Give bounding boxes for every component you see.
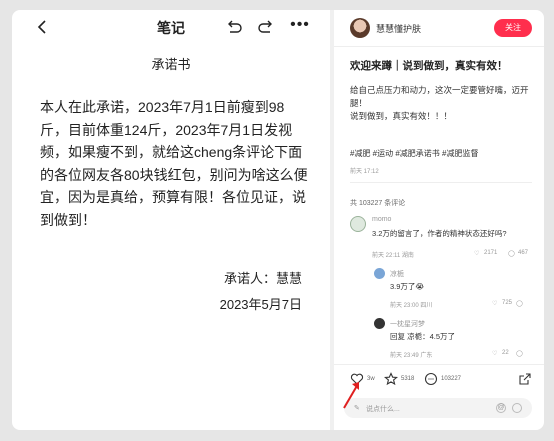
- post-panel: 慧慧懂护肤 关注 欢迎来蹲｜说到做到，真实有效！ 给自己点压力和动力，这次一定要…: [334, 10, 544, 430]
- redo-icon[interactable]: [257, 18, 275, 36]
- star-count: 5318: [401, 376, 415, 382]
- reply-likes: 22: [502, 350, 509, 356]
- more-options-icon[interactable]: •••: [289, 17, 311, 36]
- content-divider: [350, 182, 532, 183]
- post-time: 前天 17:12: [350, 169, 379, 175]
- comment-replies: 467: [518, 250, 529, 256]
- document-date: 2023年5月7日: [219, 297, 302, 312]
- note-editor-panel: 笔记 ••• 承诺书 本人在此承诺，2023年7月1日前瘦到98斤，目前体重12…: [12, 10, 330, 430]
- back-chevron-icon[interactable]: [34, 18, 52, 36]
- reply-reply-icon[interactable]: ◯: [516, 350, 523, 357]
- star-icon[interactable]: [384, 372, 398, 386]
- reply-likes: 725: [502, 300, 513, 306]
- emoji-icon[interactable]: [512, 403, 522, 413]
- post-body-line: 说到做到，真实有效！！！: [350, 111, 453, 121]
- reply-avatar[interactable]: [374, 268, 385, 279]
- post-title: 欢迎来蹲｜说到做到，真实有效！: [350, 60, 508, 72]
- document-signer: 承诺人：慧慧: [223, 271, 302, 286]
- comment-meta: 前天 22:11 湖南: [372, 253, 414, 259]
- author-name[interactable]: 慧慧懂护肤: [376, 22, 421, 35]
- document-heading: 承诺书: [151, 57, 191, 72]
- reply-like-icon[interactable]: ♡: [492, 300, 497, 307]
- comment-count: 103227: [441, 376, 462, 382]
- mention-icon[interactable]: @: [496, 403, 506, 413]
- follow-button[interactable]: 关注: [494, 19, 532, 37]
- header-divider: [334, 46, 544, 47]
- reply-meta: 前天 23:00 四川: [390, 303, 433, 309]
- author-avatar[interactable]: [350, 18, 370, 38]
- post-tags[interactable]: #减肥 #运动 #减肥承诺书 #减肥监督: [350, 148, 540, 159]
- share-icon[interactable]: [518, 372, 532, 386]
- action-bar-divider: [334, 364, 544, 365]
- reply-text: 3.9万了😭: [390, 282, 425, 291]
- comment-reply-icon[interactable]: ◯: [508, 250, 515, 257]
- comment-like-icon[interactable]: ♡: [474, 250, 479, 257]
- comment-avatar[interactable]: [350, 216, 366, 232]
- comment-bubble-icon[interactable]: [424, 372, 438, 386]
- annotation-arrow-icon: [343, 382, 359, 409]
- comment-author[interactable]: momo: [372, 216, 391, 223]
- reply-author[interactable]: 凉栀: [390, 269, 404, 279]
- note-header: 笔记 •••: [12, 10, 330, 44]
- reply-like-icon[interactable]: ♡: [492, 350, 497, 357]
- comment-text: 3.2万的留言了，作者的精神状态还好吗?: [372, 229, 507, 238]
- reply-reply-icon[interactable]: ◯: [516, 300, 523, 307]
- reply-meta: 前天 23:49 广东: [390, 353, 433, 359]
- undo-icon[interactable]: [225, 18, 243, 36]
- reply-text: 回复 凉栀：4.5万了: [390, 332, 456, 341]
- post-body-line: 给自己点压力和动力，这次一定要管好嘴，迈开腿！: [350, 85, 529, 108]
- document-body: 本人在此承诺，2023年7月1日前瘦到98斤，目前体重124斤，2023年7月1…: [40, 99, 308, 228]
- comment-likes: 2171: [484, 250, 498, 256]
- post-body: 给自己点压力和动力，这次一定要管好嘴，迈开腿！ 说到做到，真实有效！！！: [350, 84, 535, 123]
- reply-avatar[interactable]: [374, 318, 385, 329]
- reply-author[interactable]: 一枕星河梦: [390, 319, 425, 329]
- comments-count: 共 103227 条评论: [350, 200, 406, 207]
- note-title: 笔记: [157, 20, 185, 36]
